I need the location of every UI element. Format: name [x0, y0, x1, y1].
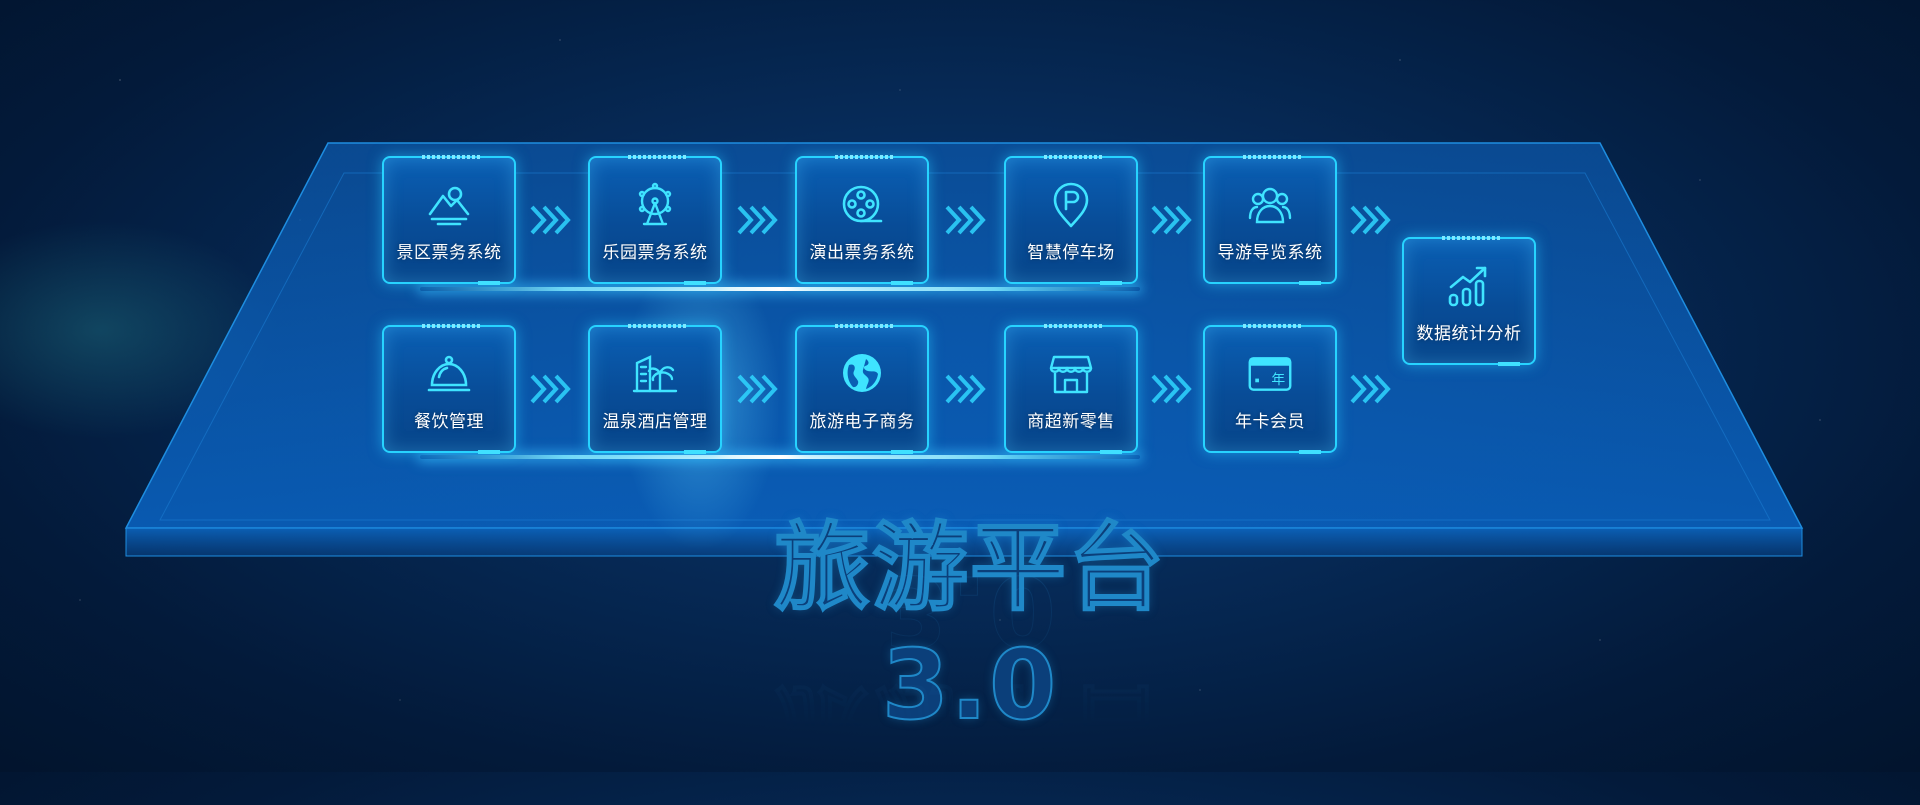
hotel-palm-icon: [632, 351, 678, 397]
tile-scenic-ticketing[interactable]: 景区票务系统: [382, 155, 516, 285]
tile-label: 温泉酒店管理: [602, 412, 708, 431]
chevron-arrow-icon: [530, 374, 571, 404]
globe-icon: [839, 351, 885, 397]
chevron-arrow-icon: [530, 205, 571, 235]
tile-park-ticketing[interactable]: 乐园票务系统: [588, 155, 722, 285]
people-group-icon: [1247, 182, 1293, 228]
card-year-char: 年: [1271, 372, 1285, 388]
tile-smart-parking[interactable]: 智慧停车场: [1004, 155, 1138, 285]
tile-hotspring-hotel[interactable]: 温泉酒店管理: [588, 324, 722, 454]
mountain-icon: [426, 182, 472, 228]
ferris-wheel-icon: [632, 182, 678, 228]
tile-label: 智慧停车场: [1027, 243, 1115, 262]
chevron-arrow-icon: [945, 374, 986, 404]
tile-label: 数据统计分析: [1416, 324, 1522, 343]
film-reel-icon: [839, 182, 885, 228]
chevron-arrow-icon: [1350, 374, 1391, 404]
tile-show-ticketing[interactable]: 演出票务系统: [795, 155, 929, 285]
tile-label: 导游导览系统: [1217, 243, 1323, 262]
parking-pin-icon: [1048, 182, 1094, 228]
platform-title-block: 旅游平台3.0 旅游平台3.0: [690, 490, 1250, 784]
tile-annual-card[interactable]: 年 年卡会员: [1203, 324, 1337, 454]
year-card-icon: 年: [1247, 351, 1293, 397]
tile-guide-system[interactable]: 导游导览系统: [1203, 155, 1337, 285]
tile-label: 演出票务系统: [809, 243, 915, 262]
tile-label: 景区票务系统: [396, 243, 502, 262]
tile-label: 乐园票务系统: [602, 243, 708, 262]
tile-label: 餐饮管理: [414, 412, 484, 431]
cloche-icon: [426, 351, 472, 397]
chevron-arrow-icon: [945, 205, 986, 235]
tile-new-retail[interactable]: 商超新零售: [1004, 324, 1138, 454]
row-1-glow-line: [420, 287, 1140, 291]
chevron-arrow-icon: [737, 374, 778, 404]
chevron-arrow-icon: [1350, 205, 1391, 235]
platform-title-reflection: 旅游平台3.0: [774, 554, 1167, 784]
chevron-arrow-icon: [1151, 374, 1192, 404]
tile-label: 商超新零售: [1027, 412, 1115, 431]
tile-data-analysis[interactable]: 数据统计分析: [1402, 236, 1536, 366]
row-2-glow-line: [420, 455, 1140, 459]
tile-label: 年卡会员: [1235, 412, 1305, 431]
chevron-arrow-icon: [737, 205, 778, 235]
chevron-arrow-icon: [1151, 205, 1192, 235]
tile-catering[interactable]: 餐饮管理: [382, 324, 516, 454]
tile-travel-ecommerce[interactable]: 旅游电子商务: [795, 324, 929, 454]
storefront-icon: [1048, 351, 1094, 397]
tile-label: 旅游电子商务: [809, 412, 915, 431]
bar-growth-icon: [1446, 263, 1492, 309]
